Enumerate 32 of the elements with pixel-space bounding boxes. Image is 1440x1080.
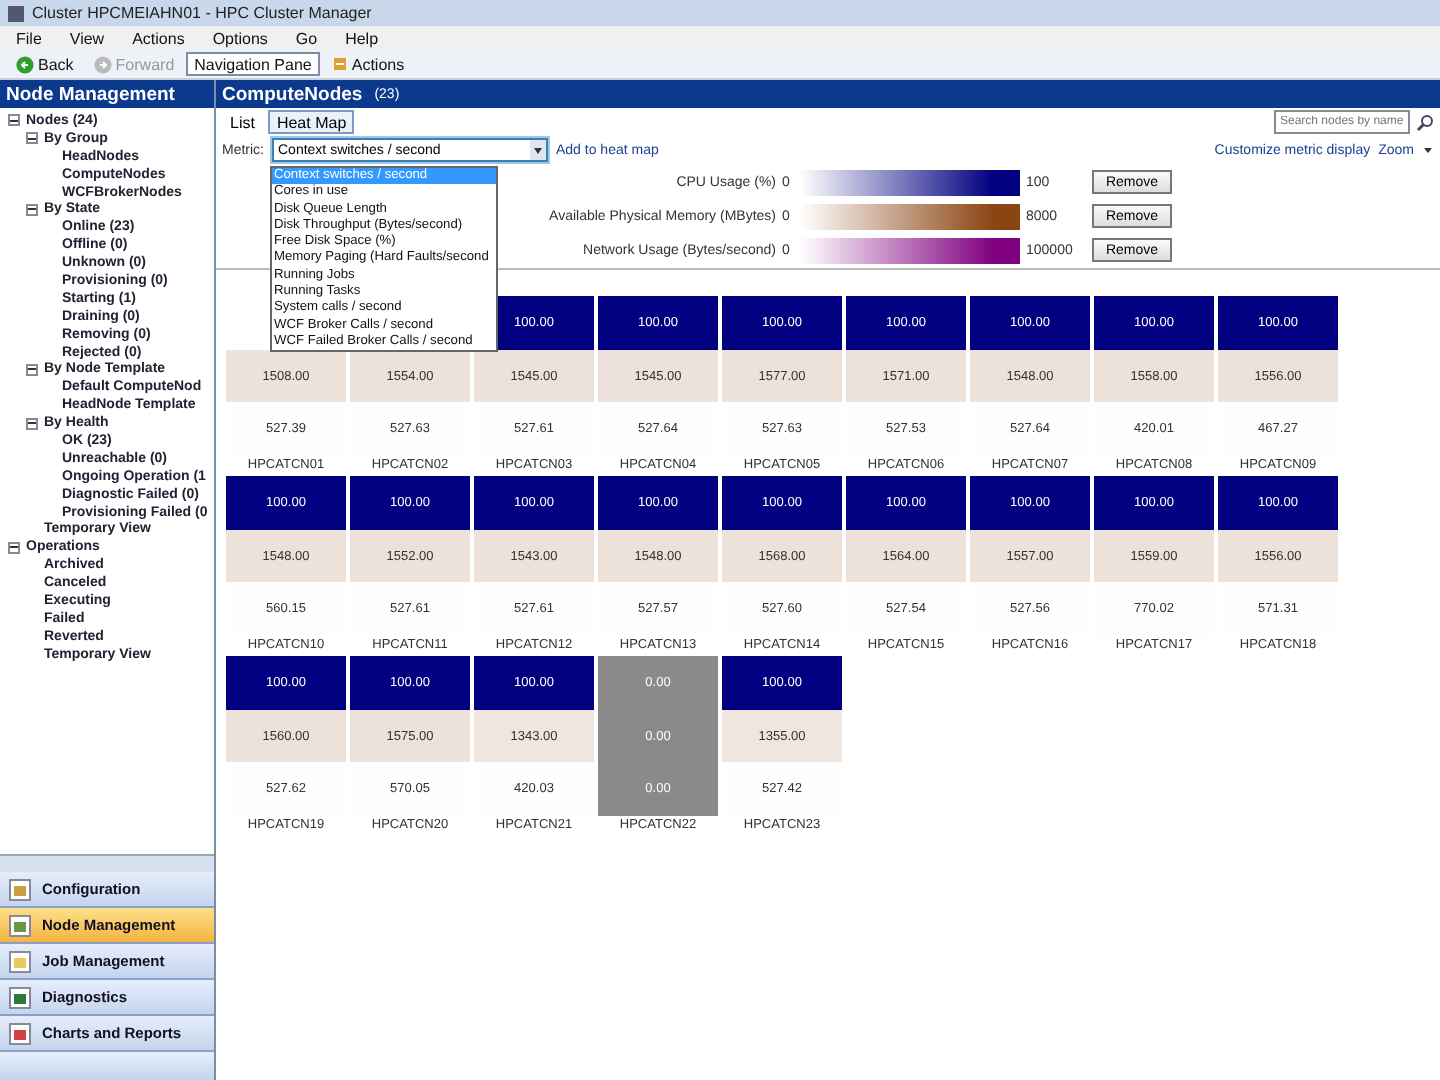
menu-item[interactable]: Actions xyxy=(132,29,185,47)
caret-icon xyxy=(530,140,546,160)
toolbar-button[interactable]: Navigation Pane xyxy=(186,52,320,76)
tools-icon xyxy=(8,877,32,901)
toolbar-button[interactable]: Back xyxy=(8,52,82,76)
collapse-icon[interactable] xyxy=(26,363,38,376)
collapse-icon[interactable] xyxy=(26,417,38,430)
document-icon xyxy=(8,949,32,973)
collapse-icon[interactable] xyxy=(26,132,38,145)
collapse-icon[interactable] xyxy=(8,114,20,127)
collapse-icon[interactable] xyxy=(8,541,20,554)
chart-icon xyxy=(8,1021,32,1045)
view-tab[interactable]: Heat Map xyxy=(268,110,355,134)
collapse-icon[interactable] xyxy=(26,203,38,216)
menu-item[interactable]: Options xyxy=(212,29,268,47)
actions-icon xyxy=(331,56,348,72)
content-title: ComputeNodes xyxy=(222,83,363,105)
back-arrow-icon xyxy=(16,55,34,73)
app-icon xyxy=(8,5,24,21)
toolbar-button[interactable]: Actions xyxy=(323,52,413,76)
menu-item[interactable]: Help xyxy=(345,29,379,47)
menu-item[interactable]: Go xyxy=(295,29,318,47)
forward-arrow-icon xyxy=(93,55,112,73)
window-title: Cluster HPCMEIAHN01 - HPC Cluster Manager xyxy=(32,4,372,22)
search-icon[interactable] xyxy=(1416,113,1434,131)
server-icon xyxy=(8,913,32,937)
monitor-icon xyxy=(8,985,32,1009)
pane-title: Node Management xyxy=(0,80,214,108)
caret-icon xyxy=(1422,144,1434,156)
menu-item[interactable]: File xyxy=(16,29,42,47)
menu-item[interactable]: View xyxy=(69,29,105,47)
view-tab[interactable]: List xyxy=(222,110,263,134)
